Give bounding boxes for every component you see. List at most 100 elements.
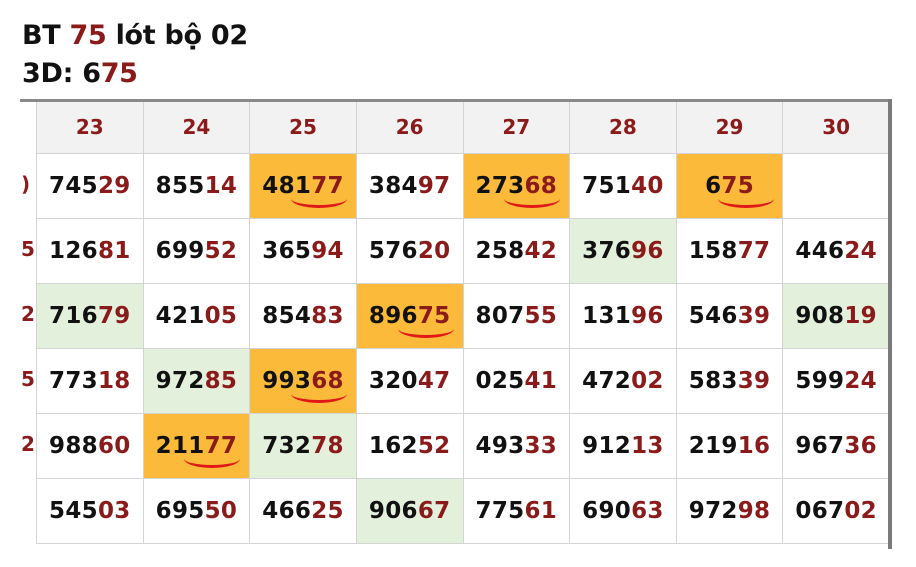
result-tail-digits: 98	[737, 498, 771, 524]
result-number: 15877	[689, 238, 771, 264]
result-cell: 13196	[569, 283, 677, 349]
result-number: 85514	[156, 173, 238, 199]
result-number: 57620	[369, 238, 451, 264]
result-head-digits: 258	[475, 238, 525, 264]
red-underline-mark	[184, 455, 241, 468]
result-head-digits: 576	[368, 238, 418, 264]
result-head-digits: 699	[155, 238, 205, 264]
result-tail-digits: 24	[844, 368, 877, 394]
result-cell: 44624	[782, 218, 890, 284]
result-head-digits: 695	[155, 498, 205, 524]
top-border	[20, 99, 892, 102]
result-cell: 58339	[675, 348, 784, 414]
result-cell: 57620	[355, 218, 464, 284]
result-cell: 49333	[462, 413, 571, 479]
clipped-edge-digit: 5	[21, 237, 35, 261]
result-tail-digits: 94	[311, 238, 344, 264]
result-cell: 97298	[675, 478, 784, 544]
result-tail-digits: 77	[737, 238, 771, 264]
result-head-digits: 690	[582, 498, 632, 524]
result-tail-digits: 52	[204, 238, 238, 264]
result-cell: 89675	[355, 283, 464, 349]
result-tail-digits: 50	[204, 498, 238, 524]
result-number: 13196	[582, 303, 664, 329]
result-cell: 38497	[355, 153, 464, 219]
result-head-digits: 493	[475, 433, 525, 459]
result-head-digits: 599	[795, 368, 845, 394]
results-body: 74529 85514 48177 38497 27368 75140 675 12681 69…	[36, 153, 890, 544]
result-tail-digits: 97	[417, 173, 451, 199]
result-cell	[782, 153, 890, 219]
result-number: 75140	[582, 173, 664, 199]
result-cell: 46625	[249, 478, 357, 544]
result-head-digits: 158	[688, 238, 738, 264]
result-cell: 59924	[782, 348, 890, 414]
red-underline-mark	[291, 390, 348, 403]
result-cell: 69952	[142, 218, 251, 284]
result-head-digits: 972	[155, 368, 205, 394]
result-head-digits: 219	[688, 433, 738, 459]
result-cell: 91213	[569, 413, 677, 479]
red-underline-mark	[717, 195, 774, 208]
table-row: 98860 21177 73278 16252 49333 91213 21916 96736	[36, 413, 890, 479]
result-tail-digits: 29	[97, 173, 131, 199]
result-tail-digits: 14	[204, 173, 238, 199]
result-number: 49333	[476, 433, 558, 459]
result-number: 06702	[795, 498, 877, 524]
heading-number: 75	[69, 20, 107, 51]
result-number: 36594	[262, 238, 344, 264]
column-header: 24	[142, 99, 251, 154]
column-header: 28	[569, 99, 677, 154]
table-row: 74529 85514 48177 38497 27368 75140 675	[36, 153, 890, 219]
result-cell: 36594	[249, 218, 357, 284]
result-number: 16252	[369, 433, 451, 459]
result-head-digits: 384	[368, 173, 418, 199]
result-number: 90667	[369, 498, 451, 524]
result-tail-digits: 78	[311, 433, 344, 459]
result-tail-digits: 24	[844, 238, 877, 264]
result-number: 73278	[262, 433, 344, 459]
result-cell: 77561	[462, 478, 571, 544]
header-row: 23 24 25 26 27 28 29 30	[36, 99, 890, 154]
result-number: 74529	[49, 173, 131, 199]
results-table: 23 24 25 26 27 28 29 30 74529 85514 48177 38497 273…	[36, 99, 890, 544]
result-tail-digits: 02	[844, 498, 877, 524]
result-head-digits: 376	[582, 238, 632, 264]
result-head-digits: 716	[49, 303, 98, 329]
result-tail-digits: 79	[97, 303, 131, 329]
result-tail-digits: 39	[737, 368, 771, 394]
red-underline-mark	[397, 325, 454, 338]
result-tail-digits: 40	[631, 173, 664, 199]
result-number: 37696	[582, 238, 664, 264]
result-cell: 85514	[142, 153, 251, 219]
result-number: 91213	[582, 433, 664, 459]
result-cell: 06702	[782, 478, 890, 544]
result-tail-digits: 96	[631, 303, 664, 329]
result-tail-digits: 05	[204, 303, 238, 329]
result-head-digits: 446	[795, 238, 845, 264]
clipped-edge-digit: 2	[21, 432, 35, 456]
result-head-digits: 807	[475, 303, 525, 329]
result-head-digits: 751	[582, 173, 632, 199]
result-head-digits: 421	[155, 303, 205, 329]
column-header: 29	[675, 99, 784, 154]
clipped-edge-digit: 5	[21, 367, 35, 391]
result-head-digits: 126	[49, 238, 98, 264]
result-cell: 12681	[36, 218, 144, 284]
result-tail-digits: 47	[417, 368, 451, 394]
results-grid: 23 24 25 26 27 28 29 30 74529 85514 48177 38497 273…	[20, 99, 890, 547]
result-number: 12681	[49, 238, 131, 264]
result-cell: 37696	[569, 218, 677, 284]
result-number: 96736	[795, 433, 877, 459]
result-number: 58339	[689, 368, 771, 394]
result-tail-digits: 18	[97, 368, 131, 394]
result-tail-digits: 20	[417, 238, 451, 264]
result-number: 47202	[582, 368, 664, 394]
result-head-digits: 912	[582, 433, 632, 459]
heading-3d-number: 75	[100, 58, 138, 89]
result-number: 02541	[476, 368, 558, 394]
result-tail-digits: 42	[524, 238, 558, 264]
result-tail-digits: 25	[311, 498, 344, 524]
result-cell: 21916	[675, 413, 784, 479]
result-number: 46625	[262, 498, 344, 524]
